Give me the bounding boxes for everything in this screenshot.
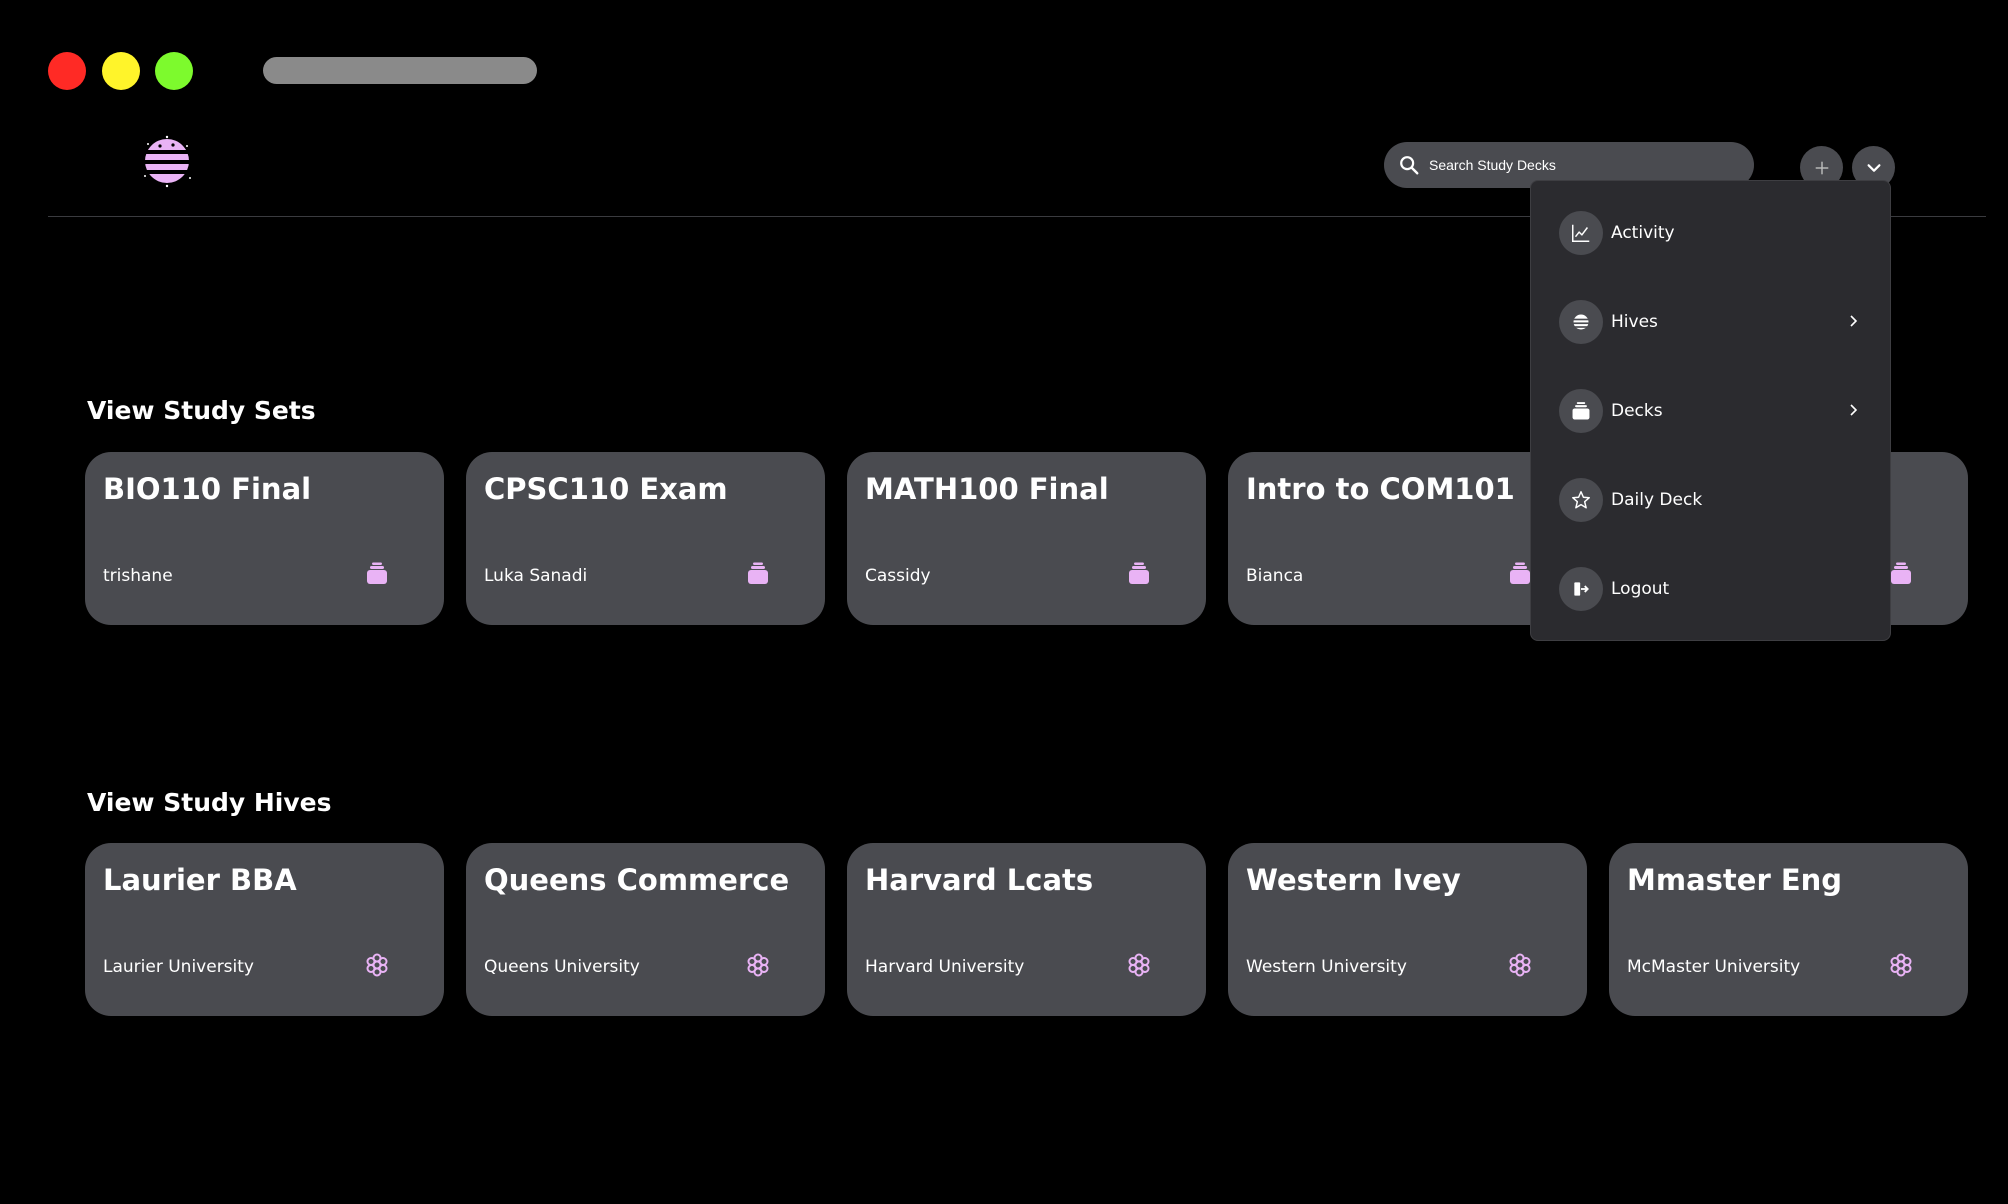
menu-item-label: Logout xyxy=(1611,579,1670,599)
study-set-card[interactable]: BIO110 Final trishane xyxy=(85,452,444,625)
maximize-window-button[interactable] xyxy=(155,52,193,90)
hive-logo-icon[interactable] xyxy=(140,134,194,188)
hive-icon xyxy=(364,952,390,978)
account-dropdown-menu: Activity Hives Decks Daily Deck Logout xyxy=(1530,180,1891,641)
deck-icon xyxy=(1126,561,1152,587)
plus-icon xyxy=(1815,161,1828,174)
hive-icon xyxy=(1559,300,1603,344)
study-set-card[interactable]: MATH100 Final Cassidy xyxy=(847,452,1206,625)
star-icon xyxy=(1559,478,1603,522)
address-bar[interactable] xyxy=(263,57,537,84)
chevron-right-icon xyxy=(1850,315,1858,327)
study-hive-title: Western Ivey xyxy=(1246,863,1461,897)
study-set-author: Bianca xyxy=(1246,566,1304,586)
hive-icon xyxy=(1507,952,1533,978)
study-hive-school: Western University xyxy=(1246,957,1407,977)
study-hive-card[interactable]: Queens Commerce Queens University xyxy=(466,843,825,1016)
menu-item-decks[interactable]: Decks xyxy=(1531,381,1890,441)
study-set-title: Intro to COM101 xyxy=(1246,472,1515,506)
menu-item-label: Daily Deck xyxy=(1611,490,1703,510)
menu-item-label: Activity xyxy=(1611,223,1675,243)
study-hive-school: Queens University xyxy=(484,957,640,977)
hive-icon xyxy=(745,952,771,978)
study-hive-title: Mmaster Eng xyxy=(1627,863,1843,897)
study-set-title: MATH100 Final xyxy=(865,472,1109,506)
study-hive-card[interactable]: Harvard Lcats Harvard University xyxy=(847,843,1206,1016)
study-hive-title: Laurier BBA xyxy=(103,863,297,897)
menu-item-label: Hives xyxy=(1611,312,1658,332)
deck-icon xyxy=(1888,561,1914,587)
study-hive-school: Harvard University xyxy=(865,957,1025,977)
search-icon xyxy=(1400,156,1419,175)
minimize-window-button[interactable] xyxy=(102,52,140,90)
deck-icon xyxy=(1559,389,1603,433)
study-set-card[interactable]: CPSC110 Exam Luka Sanadi xyxy=(466,452,825,625)
menu-item-activity[interactable]: Activity xyxy=(1531,203,1890,263)
study-hive-school: Laurier University xyxy=(103,957,254,977)
study-set-author: trishane xyxy=(103,566,173,586)
hive-icon xyxy=(1126,952,1152,978)
logout-icon xyxy=(1559,567,1603,611)
chart-line-icon xyxy=(1559,211,1603,255)
study-hive-card[interactable]: Western Ivey Western University xyxy=(1228,843,1587,1016)
chevron-down-icon xyxy=(1867,163,1880,172)
menu-item-label: Decks xyxy=(1611,401,1663,421)
deck-icon xyxy=(364,561,390,587)
study-set-author: Cassidy xyxy=(865,566,931,586)
hive-icon xyxy=(1888,952,1914,978)
study-hive-card[interactable]: Laurier BBA Laurier University xyxy=(85,843,444,1016)
search-input[interactable] xyxy=(1429,157,1729,173)
close-window-button[interactable] xyxy=(48,52,86,90)
study-hive-title: Queens Commerce xyxy=(484,863,790,897)
study-hives-row: Laurier BBA Laurier University Queens Co… xyxy=(85,843,1968,1016)
study-hive-card[interactable]: Mmaster Eng McMaster University xyxy=(1609,843,1968,1016)
study-set-title: BIO110 Final xyxy=(103,472,312,506)
study-hive-school: McMaster University xyxy=(1627,957,1801,977)
deck-icon xyxy=(745,561,771,587)
study-sets-heading: View Study Sets xyxy=(87,396,316,425)
study-hives-heading: View Study Hives xyxy=(87,788,332,817)
study-hive-title: Harvard Lcats xyxy=(865,863,1094,897)
menu-item-hives[interactable]: Hives xyxy=(1531,292,1890,352)
chevron-right-icon xyxy=(1850,404,1858,416)
menu-item-daily-deck[interactable]: Daily Deck xyxy=(1531,470,1890,530)
menu-item-logout[interactable]: Logout xyxy=(1531,559,1890,619)
study-set-author: Luka Sanadi xyxy=(484,566,588,586)
study-set-title: CPSC110 Exam xyxy=(484,472,728,506)
